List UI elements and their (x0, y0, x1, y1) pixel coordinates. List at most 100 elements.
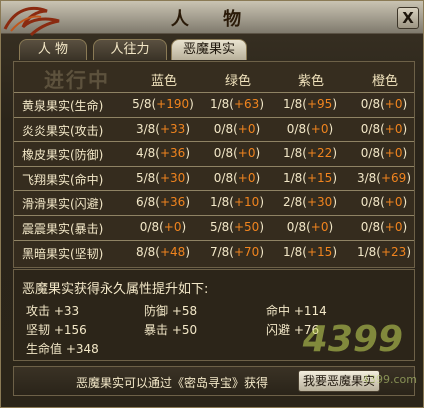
stat-hit: 命中 +114 (266, 304, 327, 318)
fruit-cell: 0/8(+0) (200, 171, 274, 185)
column-header-purple: 紫色 (297, 74, 324, 89)
fruit-cell: 0/8(+0) (200, 146, 274, 160)
fruit-bonus: +69 (380, 170, 407, 185)
fruit-count: 0/8 (360, 195, 381, 210)
fruit-count: 1/8 (282, 97, 303, 111)
paren-close: ) (332, 170, 337, 185)
paren-close: ) (255, 170, 261, 185)
fruit-cell: 3/8(+33) (126, 122, 200, 136)
fruit-cell: 8/8(+48) (126, 245, 200, 259)
stat-hp: 生命值 +348 (26, 342, 99, 356)
table-row: 黑暗果实(坚韧) 8/8(+48) 7/8(+70) 1/8(+15) 1/8(+23) (14, 239, 414, 265)
fruit-count: 1/8 (356, 244, 377, 259)
fruit-cell: 5/8(+50) (200, 220, 274, 234)
fruit-cell: 0/8(+0) (126, 220, 200, 234)
paren-close: ) (328, 121, 334, 136)
tab-character[interactable]: 人 物 (19, 39, 87, 60)
paren-close: ) (185, 244, 190, 259)
stat-critical: 暴击 +50 (144, 323, 198, 337)
fruit-count: 5/8 (209, 220, 230, 234)
paren-close: ) (406, 170, 411, 185)
footer-hint: 恶魔果实可以通过《密岛寻宝》获得 (76, 376, 269, 390)
fruit-name: 飞翔果实(命中) (22, 172, 104, 187)
fruit-count: 3/8 (135, 121, 156, 136)
fruit-bonus: +0 (237, 146, 256, 161)
fruit-name: 黄泉果实(生命) (22, 99, 104, 113)
fruit-cell: 0/8(+0) (347, 146, 421, 160)
fruit-count: 1/8 (282, 244, 303, 259)
paren-close: ) (259, 244, 264, 259)
paren-close: ) (255, 121, 261, 136)
fruit-bonus: +15 (306, 244, 333, 259)
fruit-bonus: +36 (159, 195, 186, 210)
fruit-bonus: +10 (233, 195, 260, 210)
paren-close: ) (185, 121, 190, 136)
fruit-cell: 3/8(+69) (347, 171, 421, 185)
fruit-cell: 1/8(+63) (200, 97, 274, 111)
fruit-count: 1/8 (282, 146, 303, 161)
fruit-count: 0/8 (213, 146, 234, 161)
fruit-bonus: +70 (233, 244, 260, 259)
fruit-cell: 1/8(+15) (273, 171, 347, 185)
fruit-bonus: +190 (156, 97, 190, 111)
fruit-bonus: +95 (306, 97, 333, 111)
fruit-bonus: +30 (159, 170, 186, 185)
paren-close: ) (259, 220, 264, 234)
fruit-bonus: +0 (384, 146, 403, 161)
fruit-bonus: +0 (384, 220, 403, 234)
title-bar[interactable]: 人 物 X (1, 1, 423, 37)
fruit-table: 进行中 蓝色 绿色 紫色 橙色 黄泉果实(生命) 5/8(+190) 1/8(+63… (13, 61, 415, 268)
fruit-cell: 5/8(+30) (126, 171, 200, 185)
tab-devil-fruit[interactable]: 恶魔果实 (171, 39, 247, 60)
fruit-count: 0/8 (360, 97, 381, 111)
fruit-count: 0/8 (360, 121, 381, 136)
paren-close: ) (402, 195, 408, 210)
fruit-bonus: +50 (233, 220, 260, 234)
column-header-blue: 蓝色 (150, 74, 177, 89)
fruit-count: 5/8 (135, 170, 156, 185)
fruit-count: 6/8 (135, 195, 156, 210)
fruit-count: 1/8 (209, 195, 230, 210)
footer-bar: 恶魔果实可以通过《密岛寻宝》获得 我要恶魔果实 (13, 366, 415, 396)
fruit-count: 5/8 (132, 97, 152, 111)
stat-toughness: 坚韧 +156 (26, 323, 87, 337)
fruit-bonus: +30 (306, 195, 333, 210)
fruit-bonus: +22 (306, 146, 333, 161)
fruit-count: 0/8 (213, 170, 234, 185)
fruit-count: 2/8 (282, 195, 303, 210)
fruit-cell: 1/8(+23) (347, 245, 421, 259)
fruit-bonus: +15 (306, 170, 333, 185)
fruit-cell: 7/8(+70) (200, 245, 274, 259)
fruit-bonus: +0 (237, 170, 256, 185)
close-button[interactable]: X (397, 7, 419, 29)
tab-partner[interactable]: 人往力 (93, 39, 167, 60)
fruit-cell: 6/8(+36) (126, 195, 200, 209)
fruit-count: 3/8 (356, 170, 377, 185)
fruit-cell: 1/8(+22) (273, 146, 347, 160)
fruit-count: 0/8 (286, 220, 307, 234)
paren-close: ) (332, 97, 337, 111)
fruit-bonus: +0 (310, 121, 329, 136)
fruit-cell: 0/8(+0) (273, 122, 347, 136)
paren-close: ) (255, 146, 261, 161)
paren-close: ) (328, 220, 334, 234)
window-title: 人 物 (170, 9, 256, 30)
table-row: 黄泉果实(生命) 5/8(+190) 1/8(+63) 1/8(+95) 0/8(+0) (14, 92, 414, 117)
fruit-cell: 0/8(+0) (273, 220, 347, 234)
table-row: 震震果实(暴击) 0/8(+0) 5/8(+50) 0/8(+0) 0/8(+0) (14, 215, 414, 240)
table-row: 飞翔果实(命中) 5/8(+30) 0/8(+0) 1/8(+15) 3/8(+69) (14, 165, 414, 191)
table-row: 滑滑果实(闪避) 6/8(+36) 1/8(+10) 2/8(+30) 0/8(+0) (14, 190, 414, 215)
fruit-cell: 1/8(+10) (200, 195, 274, 209)
fruit-count: 0/8 (139, 220, 160, 234)
fruit-name: 橡皮果实(防御) (22, 148, 104, 163)
fruit-count: 0/8 (360, 146, 381, 161)
paren-close: ) (402, 220, 408, 234)
fruit-name: 震震果实(暴击) (22, 222, 104, 236)
fruit-bonus: +0 (384, 195, 403, 210)
fruit-cell: 4/8(+36) (126, 146, 200, 160)
fruit-cell: 0/8(+0) (347, 97, 421, 111)
paren-close: ) (185, 146, 190, 161)
fruit-cell: 1/8(+15) (273, 245, 347, 259)
paren-close: ) (181, 220, 187, 234)
paren-close: ) (185, 195, 190, 210)
